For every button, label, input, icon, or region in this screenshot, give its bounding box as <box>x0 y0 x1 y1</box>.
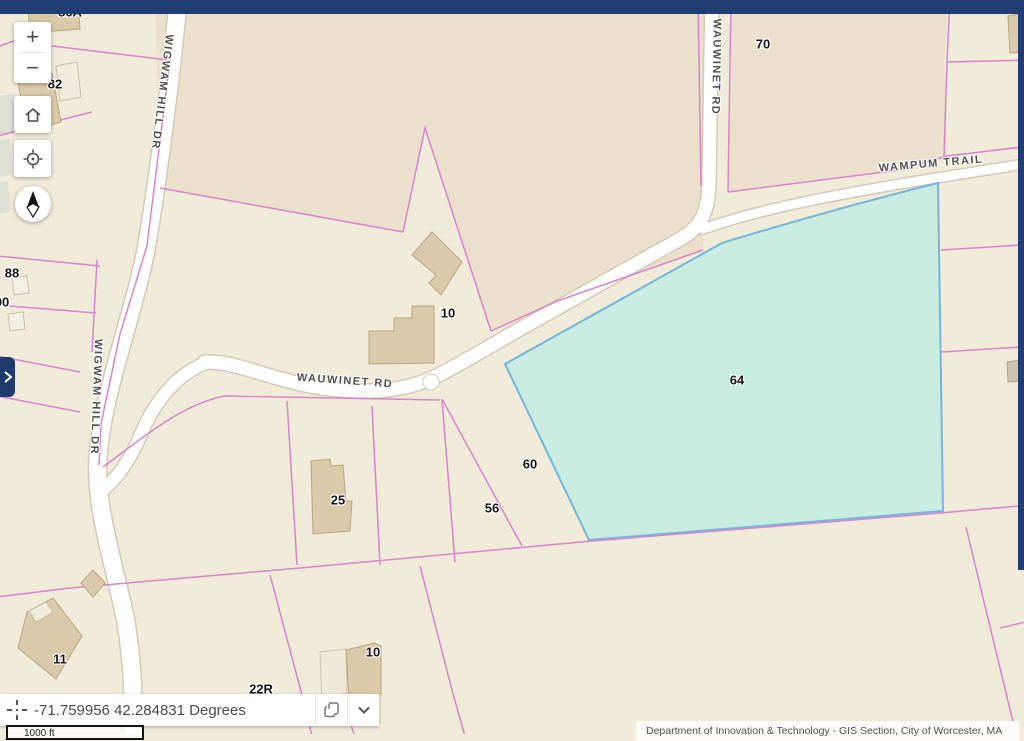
zoom-in-button[interactable]: + <box>14 22 51 52</box>
coordinate-readout: -71.759956 42.284831 Degrees <box>34 701 246 719</box>
parcel-label-56: 56 <box>484 500 500 516</box>
sidebar-expand-tab[interactable] <box>0 357 15 397</box>
compass-button[interactable] <box>15 186 51 222</box>
copy-coordinates-button[interactable] <box>315 694 347 726</box>
chevron-right-icon <box>3 371 13 383</box>
parcel-label-70: 70 <box>755 36 771 52</box>
locate-button[interactable] <box>14 140 51 177</box>
crosshair-icon <box>0 694 34 726</box>
parcel-label-10-lower: 10 <box>365 644 381 660</box>
zoom-out-button[interactable]: − <box>14 53 51 83</box>
scale-bar: 1000 ft <box>6 725 144 740</box>
parcel-label-10-upper: 10 <box>440 305 456 321</box>
chevron-down-icon <box>357 706 370 714</box>
street-label-wauwinet-rd-vertical: WAUWINET RD <box>709 18 723 116</box>
right-edge-strip <box>1018 0 1024 570</box>
copy-icon <box>323 702 339 718</box>
parcel-label-11: 11 <box>53 651 67 667</box>
attribution: Department of Innovation & Technology - … <box>636 721 1019 741</box>
parcel-label-88: 88 <box>4 265 20 281</box>
parcel-label-25: 25 <box>330 492 346 508</box>
locate-icon <box>23 149 42 168</box>
north-arrow-icon <box>26 191 40 219</box>
home-icon <box>24 107 41 122</box>
coordinate-expand-button[interactable] <box>347 694 379 726</box>
parcel-label-64: 64 <box>729 372 745 388</box>
home-button[interactable] <box>14 96 51 133</box>
coordinate-widget: -71.759956 42.284831 Degrees <box>0 694 379 726</box>
zoom-control: + − <box>14 22 51 83</box>
parcel-label-60: 60 <box>522 456 538 472</box>
parcel-label-90: 90 <box>0 294 10 310</box>
attribution-text: Department of Innovation & Technology - … <box>646 725 1003 737</box>
top-browser-bar <box>0 0 1024 14</box>
parcel-map-app: { "street_labels": { "wigwam_hill_dr_upp… <box>0 0 1024 741</box>
